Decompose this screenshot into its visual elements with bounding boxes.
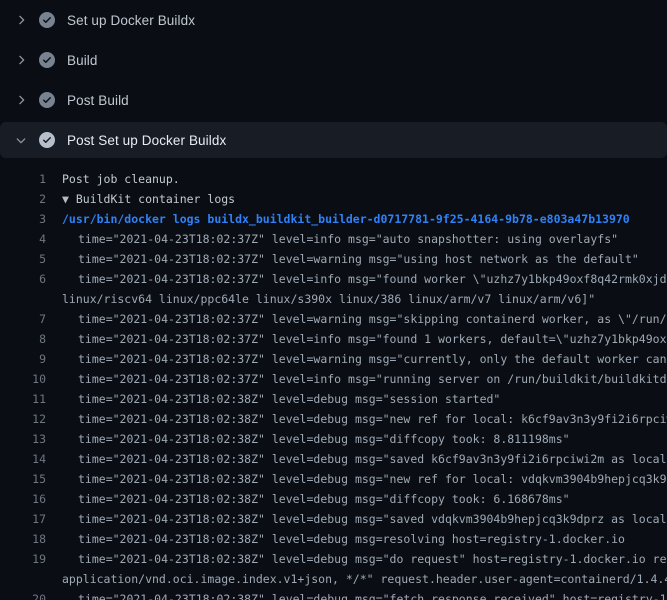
line-text: time="2021-04-23T18:02:38Z" level=debug … (62, 489, 570, 509)
log-line: application/vnd.oci.image.index.v1+json,… (0, 569, 667, 589)
log-line: 2 ▼ BuildKit container logs (0, 189, 667, 209)
line-text: time="2021-04-23T18:02:37Z" level=warnin… (62, 249, 639, 269)
line-number[interactable]: 11 (0, 389, 46, 409)
line-text: time="2021-04-23T18:02:37Z" level=warnin… (62, 349, 667, 369)
step-row-1[interactable]: Build (0, 40, 667, 80)
step-label: Build (67, 53, 98, 68)
line-text: time="2021-04-23T18:02:38Z" level=debug … (62, 389, 500, 409)
line-number[interactable]: 17 (0, 509, 46, 529)
line-number[interactable]: 14 (0, 449, 46, 469)
chevron-down-icon (13, 132, 29, 148)
line-number[interactable]: 2 (0, 189, 46, 209)
line-number[interactable]: 10 (0, 369, 46, 389)
line-number[interactable]: 15 (0, 469, 46, 489)
line-text: application/vnd.oci.image.index.v1+json,… (62, 569, 667, 589)
line-text: time="2021-04-23T18:02:37Z" level=info m… (62, 329, 667, 349)
line-text: ▼ BuildKit container logs (62, 189, 235, 209)
line-number (0, 569, 46, 589)
log-line: 6 time="2021-04-23T18:02:37Z" level=info… (0, 269, 667, 289)
step-label: Post Build (67, 93, 129, 108)
check-circle-icon (39, 92, 55, 108)
line-text: time="2021-04-23T18:02:38Z" level=debug … (62, 509, 667, 529)
line-text: time="2021-04-23T18:02:37Z" level=info m… (62, 369, 667, 389)
step-row-0[interactable]: Set up Docker Buildx (0, 0, 667, 40)
line-number[interactable]: 13 (0, 429, 46, 449)
log-line: 4 time="2021-04-23T18:02:37Z" level=info… (0, 229, 667, 249)
log-line: 5 time="2021-04-23T18:02:37Z" level=warn… (0, 249, 667, 269)
line-number[interactable]: 7 (0, 309, 46, 329)
log-line: 18 time="2021-04-23T18:02:38Z" level=deb… (0, 529, 667, 549)
step-row-2[interactable]: Post Build (0, 80, 667, 120)
line-number[interactable]: 20 (0, 589, 46, 600)
line-text: linux/riscv64 linux/ppc64le linux/s390x … (62, 289, 595, 309)
line-text: time="2021-04-23T18:02:38Z" level=debug … (62, 529, 625, 549)
line-text: time="2021-04-23T18:02:37Z" level=warnin… (62, 309, 667, 329)
chevron-right-icon (13, 12, 29, 28)
step-label: Set up Docker Buildx (67, 13, 195, 28)
log-line: 16 time="2021-04-23T18:02:38Z" level=deb… (0, 489, 667, 509)
step-row-3[interactable]: Post Set up Docker Buildx (0, 122, 667, 158)
line-number (0, 289, 46, 309)
chevron-right-icon (13, 52, 29, 68)
check-circle-icon (39, 12, 55, 28)
log-line: linux/riscv64 linux/ppc64le linux/s390x … (0, 289, 667, 309)
line-number[interactable]: 8 (0, 329, 46, 349)
line-number[interactable]: 12 (0, 409, 46, 429)
log-line: 7 time="2021-04-23T18:02:37Z" level=warn… (0, 309, 667, 329)
check-circle-icon (39, 132, 55, 148)
line-text: time="2021-04-23T18:02:38Z" level=debug … (62, 549, 667, 569)
log-line: 17 time="2021-04-23T18:02:38Z" level=deb… (0, 509, 667, 529)
log-line: 12 time="2021-04-23T18:02:38Z" level=deb… (0, 409, 667, 429)
group-title: BuildKit container logs (69, 192, 235, 206)
line-number[interactable]: 19 (0, 549, 46, 569)
triangle-down-icon[interactable]: ▼ (62, 192, 69, 206)
line-text: time="2021-04-23T18:02:38Z" level=debug … (62, 409, 667, 429)
line-number[interactable]: 4 (0, 229, 46, 249)
line-text: Post job cleanup. (62, 169, 180, 189)
step-list: Set up Docker Buildx Build Post Build (0, 0, 667, 158)
line-text: time="2021-04-23T18:02:38Z" level=debug … (62, 589, 667, 600)
log-line: 8 time="2021-04-23T18:02:37Z" level=info… (0, 329, 667, 349)
actions-log-viewer: Set up Docker Buildx Build Post Build (0, 0, 667, 600)
line-text: /usr/bin/docker logs buildx_buildkit_bui… (62, 209, 630, 229)
log-line: 1 Post job cleanup. (0, 169, 667, 189)
line-number[interactable]: 5 (0, 249, 46, 269)
line-text: time="2021-04-23T18:02:38Z" level=debug … (62, 429, 570, 449)
log-line: 13 time="2021-04-23T18:02:38Z" level=deb… (0, 429, 667, 449)
log-line: 14 time="2021-04-23T18:02:38Z" level=deb… (0, 449, 667, 469)
line-number[interactable]: 6 (0, 269, 46, 289)
log-line: 11 time="2021-04-23T18:02:38Z" level=deb… (0, 389, 667, 409)
line-number[interactable]: 3 (0, 209, 46, 229)
step-label: Post Set up Docker Buildx (67, 133, 226, 148)
line-text: time="2021-04-23T18:02:38Z" level=debug … (62, 469, 667, 489)
log-line: 20 time="2021-04-23T18:02:38Z" level=deb… (0, 589, 667, 600)
log-line: 19 time="2021-04-23T18:02:38Z" level=deb… (0, 549, 667, 569)
line-text: time="2021-04-23T18:02:37Z" level=info m… (62, 229, 618, 249)
line-number[interactable]: 16 (0, 489, 46, 509)
line-number[interactable]: 9 (0, 349, 46, 369)
check-circle-icon (39, 52, 55, 68)
log-lines: 1 Post job cleanup. 2 ▼ BuildKit contain… (0, 160, 667, 600)
log-line: 15 time="2021-04-23T18:02:38Z" level=deb… (0, 469, 667, 489)
line-text: time="2021-04-23T18:02:38Z" level=debug … (62, 449, 667, 469)
line-number[interactable]: 1 (0, 169, 46, 189)
log-line: 9 time="2021-04-23T18:02:37Z" level=warn… (0, 349, 667, 369)
chevron-right-icon (13, 92, 29, 108)
line-number[interactable]: 18 (0, 529, 46, 549)
log-line: 10 time="2021-04-23T18:02:37Z" level=inf… (0, 369, 667, 389)
line-text: time="2021-04-23T18:02:37Z" level=info m… (62, 269, 667, 289)
log-line: 3 /usr/bin/docker logs buildx_buildkit_b… (0, 209, 667, 229)
